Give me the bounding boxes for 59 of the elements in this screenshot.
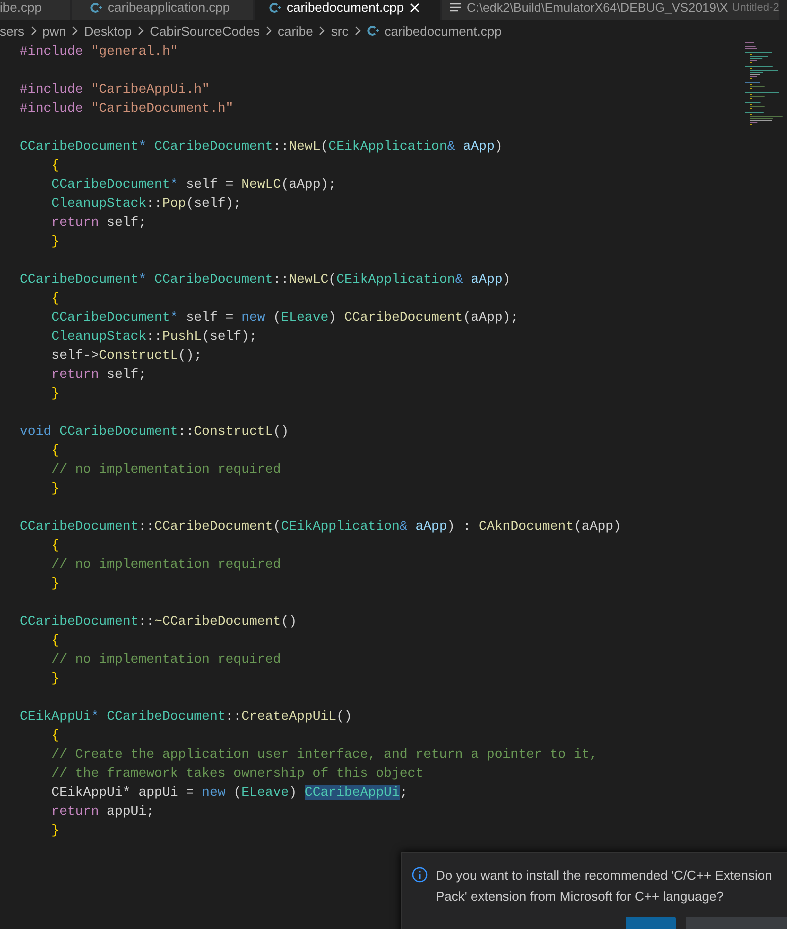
chevron-icon (72, 26, 78, 36)
chevron-icon (354, 26, 361, 36)
breadcrumb-item[interactable]: pwn (42, 24, 66, 38)
code-line: } (50, 386, 60, 401)
code-line: void CCaribeDocument::ConstructL() (20, 424, 290, 439)
code-line: CCaribeDocument::CCaribeDocument(CEikApplication& aApp) : CAknDocument(aApp) (20, 519, 622, 534)
code-line: { (50, 443, 60, 458)
breadcrumb-item[interactable]: Desktop (84, 24, 132, 38)
breadcrumb-item[interactable]: CabirSourceCodes (150, 24, 260, 38)
chevron-icon (266, 26, 272, 36)
code-line: // no implementation required (50, 652, 282, 667)
code-line: CCaribeDocument* self = new (ELeave) CCaribeDocument(aApp); (50, 310, 519, 325)
text-file-icon (450, 3, 461, 12)
code-line: { (50, 633, 60, 648)
code-line: } (50, 671, 60, 686)
breadcrumb-item[interactable]: caribedocument.cpp (384, 24, 502, 38)
code-line: { (50, 291, 60, 306)
breadcrumb-item[interactable]: src (331, 24, 349, 38)
cpp-file-icon (366, 25, 379, 37)
editor-tab[interactable]: ibe.cpp (0, 0, 70, 20)
chevron-icon (138, 26, 144, 36)
code-line: #include "general.h" (20, 44, 178, 59)
notification-message: Do you want to install the recommended 'C/C++ Extension Pack' extension from Microsoft for C++ language? (436, 867, 774, 906)
chevron-icon (30, 26, 37, 36)
code-line: CCaribeDocument::~CCaribeDocument() (20, 614, 297, 629)
code-line: } (50, 481, 60, 496)
code-line: return self; (50, 215, 147, 230)
code-line: CCaribeDocument* CCaribeDocument::NewL(CEikApplication& aApp) (20, 139, 503, 154)
code-line: { (50, 158, 60, 173)
info-icon (412, 867, 428, 883)
code-line: } (50, 234, 60, 249)
code-line: // no implementation required (50, 462, 282, 477)
cpp-file-icon (90, 2, 102, 14)
editor-tab[interactable]: caribeapplication.cpp (72, 0, 253, 20)
editor-tab[interactable]: caribedocument.cpp (255, 0, 440, 20)
code-line: #include "CaribeAppUi.h" (20, 82, 210, 97)
code-line: } (50, 823, 60, 838)
code-line: CEikAppUi* CCaribeDocument::CreateAppUiL() (20, 709, 352, 724)
chevron-icon (319, 26, 326, 36)
code-line: { (50, 538, 60, 553)
code-line: CEikAppUi* appUi = new (ELeave) CCaribeAppUi; (50, 785, 408, 800)
code-line: CleanupStack::PushL(self); (50, 329, 258, 344)
code-line: // no implementation required (50, 557, 282, 572)
code-line: return appUi; (50, 804, 155, 819)
code-line: // the framework takes ownership of this object (50, 766, 424, 781)
code-line: CCaribeDocument* self = NewLC(aApp); (50, 177, 337, 192)
code-line: CCaribeDocument* CCaribeDocument::NewLC(CEikApplication& aApp) (20, 272, 511, 287)
code-line: { (50, 728, 60, 743)
code-line: } (50, 576, 60, 591)
code-line: #include "CaribeDocument.h" (20, 101, 234, 116)
code-line: self->ConstructL(); (50, 348, 202, 363)
code-line: // Create the application user interface, and return a pointer to it, (50, 747, 598, 762)
breadcrumb-item[interactable]: sers (0, 24, 25, 38)
cpp-file-icon (269, 2, 281, 14)
close-icon[interactable] (410, 2, 420, 12)
breadcrumb-item[interactable]: caribe (278, 24, 314, 38)
code-line: return self; (50, 367, 147, 382)
code-line: CleanupStack::Pop(self); (50, 196, 242, 211)
editor-tab[interactable]: C:\edk2\Build\EmulatorX64\DEBUG_VS2019\X (442, 0, 732, 20)
